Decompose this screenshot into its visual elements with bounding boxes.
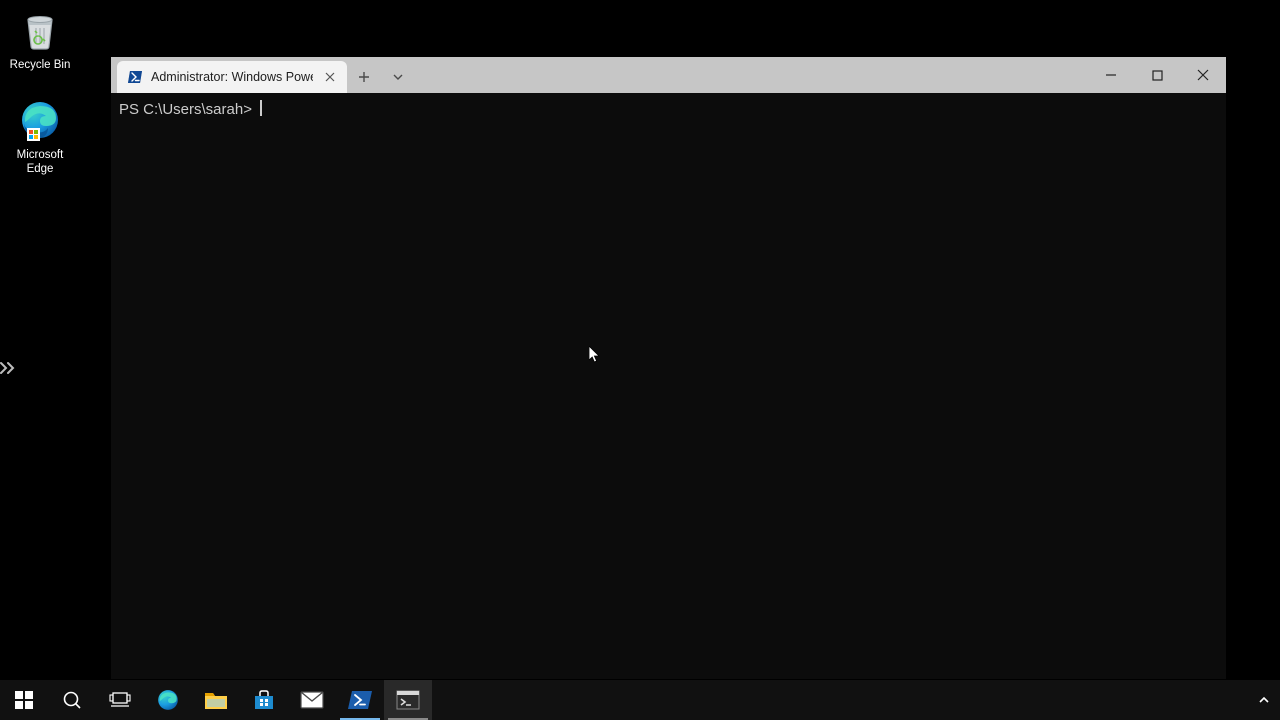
terminal-body[interactable]: PS C:\Users\sarah>: [111, 93, 1226, 679]
close-icon: [325, 72, 335, 82]
taskbar-powershell[interactable]: [336, 680, 384, 720]
mail-icon: [300, 690, 324, 710]
minimize-icon: [1105, 69, 1117, 81]
windows-logo-icon: [15, 691, 33, 709]
titlebar-drag-region[interactable]: [415, 57, 1088, 93]
taskbar: [0, 680, 1280, 720]
recycle-bin-icon: [16, 6, 64, 54]
plus-icon: [358, 71, 370, 83]
task-view-icon: [109, 691, 131, 709]
tab-close-button[interactable]: [321, 68, 339, 86]
edge-icon: [16, 96, 64, 144]
taskbar-terminal[interactable]: [384, 680, 432, 720]
store-icon: [252, 688, 276, 712]
desktop-icon-label: Recycle Bin: [10, 58, 71, 72]
terminal-icon: [396, 689, 420, 711]
desktop-icon-microsoft-edge[interactable]: Microsoft Edge: [4, 96, 76, 176]
search-button[interactable]: [48, 680, 96, 720]
desktop-icon-recycle-bin[interactable]: Recycle Bin: [4, 6, 76, 72]
maximize-button[interactable]: [1134, 57, 1180, 93]
tab-strip: Administrator: Windows PowerShell: [111, 57, 415, 93]
file-explorer-icon: [204, 689, 228, 711]
mouse-cursor-icon: [589, 346, 601, 364]
chevron-up-icon: [1258, 695, 1270, 705]
close-button[interactable]: [1180, 57, 1226, 93]
minimize-button[interactable]: [1088, 57, 1134, 93]
terminal-cursor: [260, 100, 262, 116]
search-icon: [62, 690, 82, 710]
taskbar-mail[interactable]: [288, 680, 336, 720]
powershell-icon: [127, 69, 143, 85]
start-button[interactable]: [0, 680, 48, 720]
edge-icon: [156, 688, 180, 712]
chevron-down-icon: [392, 72, 404, 82]
window-titlebar[interactable]: Administrator: Windows PowerShell: [111, 57, 1226, 93]
task-view-button[interactable]: [96, 680, 144, 720]
stray-double-chevron-icon[interactable]: [0, 360, 18, 376]
close-icon: [1197, 69, 1209, 81]
tab-powershell[interactable]: Administrator: Windows PowerShell: [117, 61, 347, 93]
taskbar-store[interactable]: [240, 680, 288, 720]
new-tab-button[interactable]: [347, 61, 381, 93]
desktop-icon-label: Microsoft Edge: [4, 148, 76, 176]
tab-title: Administrator: Windows PowerShell: [151, 70, 313, 84]
desktop-icons: Recycle Bin: [4, 6, 76, 176]
terminal-prompt: PS C:\Users\sarah>: [119, 101, 256, 118]
maximize-icon: [1152, 70, 1163, 81]
desktop[interactable]: Recycle Bin: [0, 0, 1280, 720]
powershell-icon: [347, 688, 373, 712]
taskbar-spacer: [432, 680, 1248, 720]
tab-dropdown-button[interactable]: [381, 61, 415, 93]
tray-show-hidden-button[interactable]: [1248, 680, 1280, 720]
taskbar-file-explorer[interactable]: [192, 680, 240, 720]
terminal-window: Administrator: Windows PowerShell: [111, 57, 1226, 679]
taskbar-edge[interactable]: [144, 680, 192, 720]
